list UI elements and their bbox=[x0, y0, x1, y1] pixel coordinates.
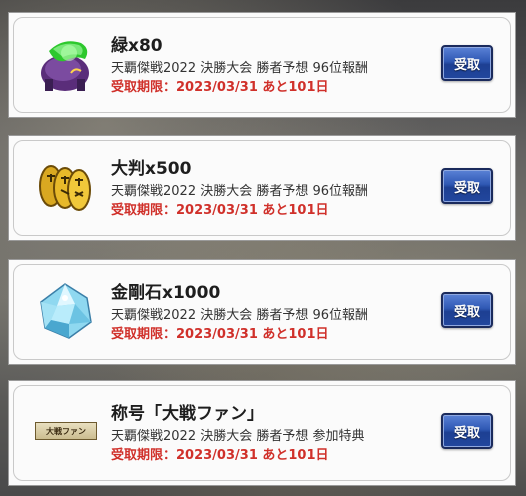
reward-deadline: 受取期限：2023/03/31 あと101日 bbox=[111, 327, 329, 342]
reward-deadline: 受取期限：2023/03/31 あと101日 bbox=[111, 80, 329, 95]
gold-coins-icon bbox=[35, 156, 97, 218]
reward-deadline: 受取期限：2023/03/31 あと101日 bbox=[111, 203, 329, 218]
receive-button[interactable]: 受取 bbox=[441, 168, 493, 204]
reward-card-green: 緑x80 天覇傑戦2022 決勝大会 勝者予想 96位報酬 受取期限：2023/… bbox=[8, 12, 516, 118]
reward-source: 天覇傑戦2022 決勝大会 勝者予想 96位報酬 bbox=[111, 308, 369, 323]
receive-button[interactable]: 受取 bbox=[441, 292, 493, 328]
reward-name: 金剛石x1000 bbox=[111, 283, 221, 303]
receive-button[interactable]: 受取 bbox=[441, 45, 493, 81]
reward-name: 称号「大戦ファン」 bbox=[111, 404, 264, 424]
green-horse-figure-icon bbox=[35, 33, 97, 95]
title-plate-icon: 大戦ファン bbox=[35, 422, 97, 440]
reward-card-title: 大戦ファン 称号「大戦ファン」 天覇傑戦2022 決勝大会 勝者予想 参加特典 … bbox=[8, 380, 516, 486]
reward-source: 天覇傑戦2022 決勝大会 勝者予想 96位報酬 bbox=[111, 61, 369, 76]
diamond-crystal-icon bbox=[35, 280, 97, 342]
reward-name: 大判x500 bbox=[111, 159, 192, 179]
receive-button[interactable]: 受取 bbox=[441, 413, 493, 449]
reward-source: 天覇傑戦2022 決勝大会 勝者予想 96位報酬 bbox=[111, 184, 369, 199]
reward-name: 緑x80 bbox=[111, 36, 163, 56]
reward-card-oban: 大判x500 天覇傑戦2022 決勝大会 勝者予想 96位報酬 受取期限：202… bbox=[8, 135, 516, 241]
reward-deadline: 受取期限：2023/03/31 あと101日 bbox=[111, 448, 329, 463]
reward-source: 天覇傑戦2022 決勝大会 勝者予想 参加特典 bbox=[111, 429, 365, 444]
reward-card-diamond: 金剛石x1000 天覇傑戦2022 決勝大会 勝者予想 96位報酬 受取期限：2… bbox=[8, 259, 516, 365]
